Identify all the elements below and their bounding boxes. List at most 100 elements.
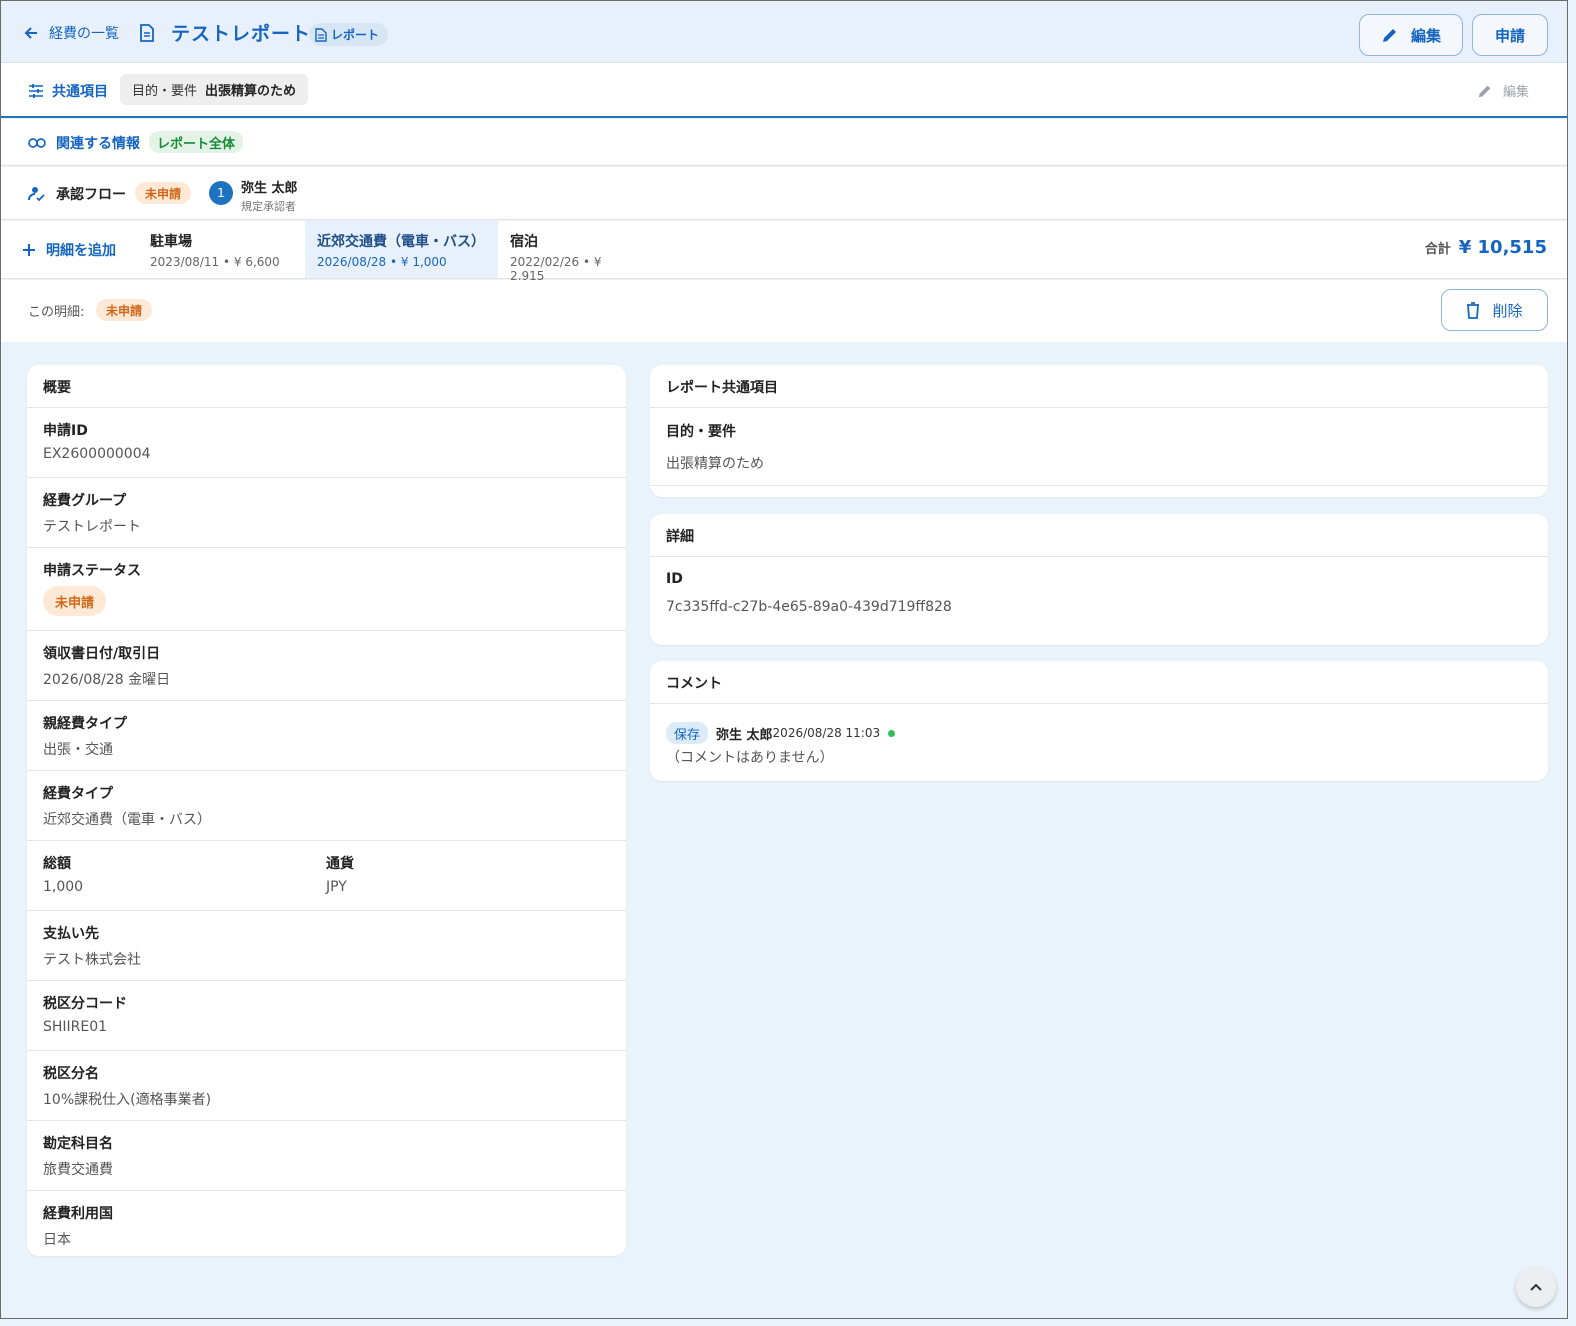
pencil-icon <box>1477 83 1493 99</box>
comment-timestamp: 2026/08/28 11:03 <box>772 726 881 740</box>
field-value: テストレポート <box>43 519 141 535</box>
field-id: ID 7c335ffd-c27b-4e65-89a0-439d719ff828 <box>650 557 1548 643</box>
detail-card: 詳細 ID 7c335ffd-c27b-4e65-89a0-439d719ff8… <box>650 514 1548 645</box>
plus-icon <box>22 243 36 257</box>
common-items-label: 共通項目 <box>52 84 108 100</box>
total-label: 合計 <box>1424 242 1451 257</box>
trash-icon <box>1466 301 1480 319</box>
field-label: 経費グループ <box>43 493 127 509</box>
app-frame: 経費の一覧 テストレポート レポート 編集 申請 共通項目 目的・要件 出張精算… <box>0 0 1568 1319</box>
detail-tab-lodging[interactable]: 宿泊 2022/02/26 • ¥ 2,915 <box>498 221 648 283</box>
document-icon <box>139 24 155 42</box>
detail-items-row: 明細を追加 駐車場 2023/08/11 • ¥ 6,600 近郊交通費（電車・… <box>1 221 1567 283</box>
overview-title: 概要 <box>27 365 626 408</box>
field-value: 近郊交通費（電車・バス） <box>43 812 211 828</box>
arrow-left-icon <box>23 25 39 41</box>
field-label: 税区分コード <box>43 996 127 1012</box>
field-country: 経費利用国 日本 <box>27 1191 626 1256</box>
field-currency: 通貨 JPY <box>326 853 354 910</box>
add-detail-label: 明細を追加 <box>46 243 116 259</box>
approver-name: 弥生 太郎 <box>241 181 298 196</box>
status-badge: 未申請 <box>43 586 107 616</box>
common-edit-button[interactable]: 編集 <box>1477 81 1529 100</box>
field-value: EX2600000004 <box>43 446 151 462</box>
edit-button[interactable]: 編集 <box>1359 14 1463 56</box>
field-payee: 支払い先 テスト株式会社 <box>27 911 626 981</box>
field-label: 経費タイプ <box>43 786 113 802</box>
back-to-list-link[interactable]: 経費の一覧 <box>23 23 119 43</box>
field-label: 通貨 <box>326 856 354 872</box>
field-expense-group: 経費グループ テストレポート <box>27 478 626 548</box>
approval-status-badge: 未申請 <box>135 182 192 204</box>
detail-tab-title: 近郊交通費（電車・バス） <box>317 234 485 250</box>
comment-save-badge: 保存 <box>666 722 709 744</box>
field-tax-name: 税区分名 10%課税仕入(適格事業者) <box>27 1051 626 1121</box>
comment-meta: 保存 弥生 太郎 2026/08/28 11:03 <box>666 722 1532 744</box>
field-application-status: 申請ステータス 未申請 <box>27 548 626 631</box>
field-value: テスト株式会社 <box>43 952 141 968</box>
report-common-title: レポート共通項目 <box>650 365 1548 408</box>
related-info-link[interactable]: 関連する情報 <box>28 133 140 153</box>
purpose-chip-value: 出張精算のため <box>205 84 297 99</box>
report-type-chip: レポート <box>309 23 389 46</box>
field-value: 7c335ffd-c27b-4e65-89a0-439d719ff828 <box>666 599 952 615</box>
total: 合計 ¥ 10,515 <box>1425 237 1547 258</box>
field-expense-type: 経費タイプ 近郊交通費（電車・バス） <box>27 771 626 841</box>
detail-tab-commute[interactable]: 近郊交通費（電車・バス） 2026/08/28 • ¥ 1,000 <box>305 221 498 278</box>
total-value: ¥ 10,515 <box>1458 237 1547 258</box>
field-account-name: 勘定科目名 旅費交通費 <box>27 1121 626 1191</box>
field-value: 出張・交通 <box>43 742 113 758</box>
page-title: テストレポート <box>171 23 312 45</box>
comments-card: コメント 保存 弥生 太郎 2026/08/28 11:03 （コメントはありま… <box>650 661 1548 781</box>
person-check-icon <box>28 186 46 202</box>
online-status-dot <box>888 729 896 737</box>
purpose-chip-key: 目的・要件 <box>132 84 198 99</box>
field-label: 申請ID <box>43 423 88 439</box>
field-label: ID <box>666 571 683 587</box>
field-application-id: 申請ID EX2600000004 <box>27 408 626 478</box>
common-edit-label: 編集 <box>1503 85 1530 100</box>
related-info-row: 関連する情報 レポート全体 <box>1 119 1567 166</box>
common-items-header: 共通項目 <box>28 81 108 101</box>
delete-button[interactable]: 削除 <box>1441 289 1548 331</box>
field-label: 申請ステータス <box>43 563 141 579</box>
field-value: 出張精算のため <box>666 456 764 472</box>
this-detail-row: この明細: 未申請 削除 <box>1 280 1567 342</box>
field-value: SHIIRE01 <box>43 1019 108 1035</box>
field-purpose: 目的・要件 出張精算のため <box>650 408 1548 486</box>
detail-tab-sub: 2023/08/11 • ¥ 6,600 <box>150 255 280 269</box>
edit-label: 編集 <box>1410 26 1441 45</box>
field-label: 目的・要件 <box>666 424 736 440</box>
field-value: 10%課税仕入(適格事業者) <box>43 1092 212 1108</box>
field-label: 親経費タイプ <box>43 716 127 732</box>
approver: 弥生 太郎 規定承認者 <box>241 177 298 214</box>
comment-author: 弥生 太郎 <box>716 727 773 743</box>
field-value: JPY <box>326 879 347 895</box>
apply-button[interactable]: 申請 <box>1472 14 1548 56</box>
related-info-label: 関連する情報 <box>56 136 140 152</box>
top-bar: 経費の一覧 テストレポート レポート 編集 申請 <box>1 1 1567 63</box>
comment-empty-text: （コメントはありません） <box>666 750 834 766</box>
chevron-up-icon <box>1529 1282 1543 1292</box>
approval-step-number: 1 <box>209 181 233 205</box>
link-icon <box>28 137 46 149</box>
detail-tab-title: 駐車場 <box>150 234 192 250</box>
approval-flow-row: 承認フロー 未申請 1 弥生 太郎 規定承認者 <box>1 167 1567 220</box>
field-tax-code: 税区分コード SHIIRE01 <box>27 981 626 1051</box>
field-label: 経費利用国 <box>43 1206 113 1222</box>
field-parent-expense-type: 親経費タイプ 出張・交通 <box>27 701 626 771</box>
comments-title: コメント <box>650 661 1548 704</box>
field-value: 旅費交通費 <box>43 1162 113 1178</box>
detail-tab-parking[interactable]: 駐車場 2023/08/11 • ¥ 6,600 <box>138 221 305 278</box>
purpose-chip: 目的・要件 出張精算のため <box>120 74 309 105</box>
approval-flow-header: 承認フロー <box>28 184 126 204</box>
field-label: 勘定科目名 <box>43 1136 113 1152</box>
overview-card: 概要 申請ID EX2600000004 経費グループ テストレポート 申請ステ… <box>27 365 626 1256</box>
field-value: 日本 <box>43 1232 71 1248</box>
report-chip-label: レポート <box>331 28 380 42</box>
comment-entry: 保存 弥生 太郎 2026/08/28 11:03 （コメントはありません） <box>650 704 1548 767</box>
add-detail-button[interactable]: 明細を追加 <box>22 240 116 260</box>
scroll-top-button[interactable] <box>1516 1267 1556 1307</box>
delete-label: 削除 <box>1492 301 1523 320</box>
this-detail-label: この明細: <box>28 305 85 320</box>
